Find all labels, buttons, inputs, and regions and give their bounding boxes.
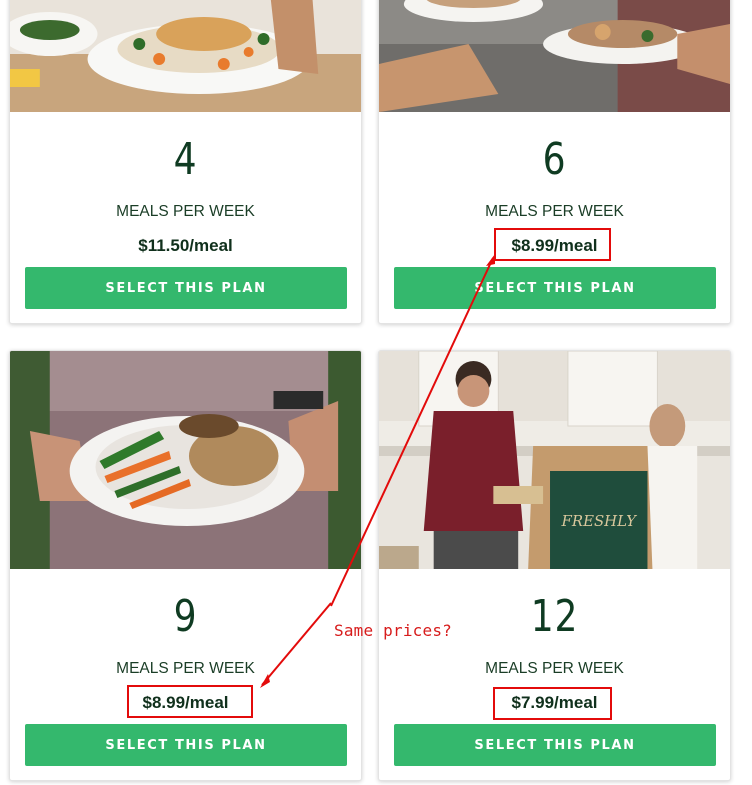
select-plan-button[interactable]: SELECT THIS PLAN [394,724,716,766]
select-plan-button[interactable]: SELECT THIS PLAN [25,724,347,766]
plan-photo-turkey-plate [10,351,361,569]
plan-photo-chicken-beans [10,0,361,112]
plan-photo-plates-held [379,0,730,112]
meal-count: 12 [530,591,579,642]
annotation-note: Same prices? [334,621,452,640]
plan-photo-freshly-box: FRESHLY [379,351,730,569]
meal-count: 6 [542,134,567,185]
annotation-box-12-meals-price [493,687,612,720]
annotation-box-6-meals-price [494,228,611,261]
meals-per-week-label: MEALS PER WEEK [116,203,255,220]
meal-count: 9 [173,591,198,642]
meal-count: 4 [173,134,198,185]
meals-per-week-label: MEALS PER WEEK [485,203,624,220]
meals-per-week-label: MEALS PER WEEK [485,660,624,677]
plan-card-4-meals: 4 MEALS PER WEEK $11.50/meal SELECT THIS… [9,0,362,324]
annotation-box-9-meals-price [127,685,253,718]
meals-per-week-label: MEALS PER WEEK [116,660,255,677]
plan-card-6-meals: 6 MEALS PER WEEK $8.99/meal SELECT THIS … [378,0,731,324]
price-per-meal: $11.50/meal [138,236,233,255]
select-plan-button[interactable]: SELECT THIS PLAN [394,267,716,309]
svg-text:FRESHLY: FRESHLY [561,512,639,530]
select-plan-button[interactable]: SELECT THIS PLAN [25,267,347,309]
